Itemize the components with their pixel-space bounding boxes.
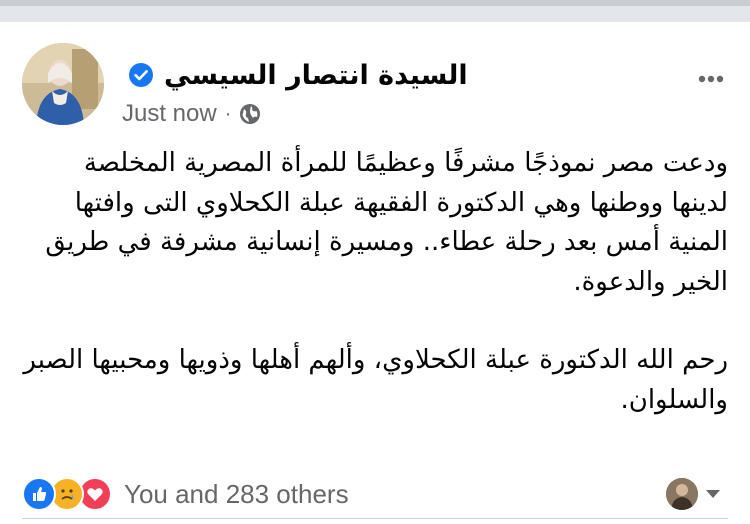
author-name[interactable]: السيدة انتصار السيسي [164, 60, 468, 91]
avatar-image [22, 43, 104, 125]
feed-separator [0, 0, 750, 6]
meta-separator: · [224, 102, 232, 125]
more-options-icon[interactable] [698, 75, 724, 83]
viewer-avatar [666, 478, 698, 510]
post-timestamp[interactable]: Just now [122, 100, 217, 128]
post-paragraph: ودعت مصر نموذجًا مشرفًا وعظيمًا للمرأة ا… [45, 148, 728, 297]
verified-badge-icon [129, 63, 153, 87]
reaction-count[interactable]: You and 283 others [124, 479, 349, 510]
globe-icon[interactable] [239, 103, 261, 125]
post-meta: Just now · [122, 99, 261, 129]
reactions-summary[interactable]: You and 283 others [22, 474, 349, 514]
reaction-selector[interactable] [666, 478, 722, 510]
post-card: السيدة انتصار السيسي Just now · ودعت مصر… [0, 22, 750, 524]
like-icon [22, 477, 56, 511]
post-header: السيدة انتصار السيسي Just now · [22, 43, 728, 127]
author-line: السيدة انتصار السيسي [122, 55, 468, 95]
post-body: ودعت مصر نموذجًا مشرفًا وعظيمًا للمرأة ا… [22, 144, 728, 420]
chevron-down-icon [706, 490, 720, 498]
author-avatar[interactable] [22, 43, 104, 125]
post-paragraph: رحم الله الدكتورة عبلة الكحلاوي، وألهم أ… [23, 345, 728, 415]
reaction-icons [22, 477, 112, 511]
divider [22, 518, 728, 519]
